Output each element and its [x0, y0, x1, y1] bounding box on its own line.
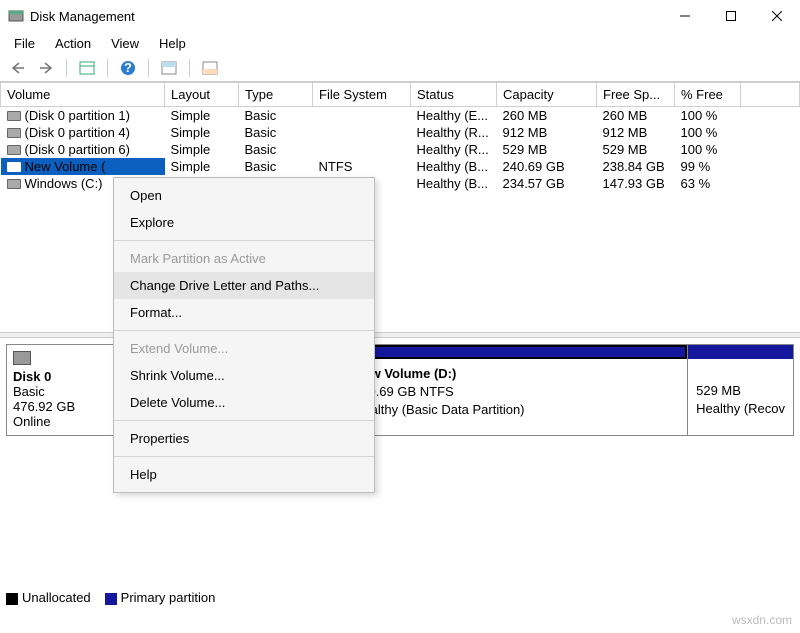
- toolbar-separator: [148, 59, 149, 77]
- table-row-selected[interactable]: New Volume (SimpleBasicNTFSHealthy (B...…: [1, 158, 800, 175]
- ctx-open[interactable]: Open: [114, 182, 374, 209]
- legend: Unallocated Primary partition: [6, 590, 215, 605]
- ctx-extend-volume: Extend Volume...: [114, 335, 374, 362]
- ctx-help[interactable]: Help: [114, 461, 374, 488]
- ctx-shrink-volume[interactable]: Shrink Volume...: [114, 362, 374, 389]
- partition-block-selected[interactable]: New Volume (D:)240.69 GB NTFSHealthy (Ba…: [346, 344, 688, 436]
- context-menu: Open Explore Mark Partition as Active Ch…: [113, 177, 375, 493]
- legend-unallocated: Unallocated: [6, 590, 91, 605]
- menu-view[interactable]: View: [103, 34, 147, 53]
- menu-action[interactable]: Action: [47, 34, 99, 53]
- toolbar: ?: [0, 54, 800, 82]
- app-icon: [8, 8, 24, 24]
- ctx-properties[interactable]: Properties: [114, 425, 374, 452]
- title-bar: Disk Management: [0, 0, 800, 32]
- minimize-button[interactable]: [662, 0, 708, 32]
- volume-icon: [7, 145, 21, 155]
- help-button[interactable]: ?: [116, 57, 140, 79]
- toolbar-separator: [107, 59, 108, 77]
- legend-primary: Primary partition: [105, 590, 216, 605]
- volume-icon: [7, 128, 21, 138]
- col-spare[interactable]: [741, 83, 800, 107]
- toolbar-separator: [189, 59, 190, 77]
- ctx-separator: [114, 330, 374, 331]
- col-layout[interactable]: Layout: [165, 83, 239, 107]
- volume-icon: [7, 162, 21, 172]
- col-capacity[interactable]: Capacity: [497, 83, 597, 107]
- close-button[interactable]: [754, 0, 800, 32]
- partition-block[interactable]: 529 MBHealthy (Recov: [688, 344, 794, 436]
- menu-bar: File Action View Help: [0, 32, 800, 54]
- volume-icon: [7, 179, 21, 189]
- ctx-format[interactable]: Format...: [114, 299, 374, 326]
- disk-name: Disk 0: [13, 369, 51, 384]
- table-row[interactable]: (Disk 0 partition 6)SimpleBasicHealthy (…: [1, 141, 800, 158]
- menu-help[interactable]: Help: [151, 34, 194, 53]
- col-status[interactable]: Status: [411, 83, 497, 107]
- disk-header[interactable]: Disk 0 Basic 476.92 GB Online: [6, 344, 116, 436]
- window-title: Disk Management: [30, 9, 135, 24]
- ctx-separator: [114, 456, 374, 457]
- volume-icon: [7, 111, 21, 121]
- disk-size: 476.92 GB: [13, 399, 75, 414]
- col-fs[interactable]: File System: [313, 83, 411, 107]
- volume-table[interactable]: Volume Layout Type File System Status Ca…: [0, 82, 800, 192]
- table-row[interactable]: (Disk 0 partition 4)SimpleBasicHealthy (…: [1, 124, 800, 141]
- ctx-mark-active: Mark Partition as Active: [114, 245, 374, 272]
- view-top-button[interactable]: [157, 57, 181, 79]
- col-free[interactable]: Free Sp...: [597, 83, 675, 107]
- table-row[interactable]: (Disk 0 partition 1)SimpleBasicHealthy (…: [1, 107, 800, 125]
- ctx-delete-volume[interactable]: Delete Volume...: [114, 389, 374, 416]
- disk-type: Basic: [13, 384, 45, 399]
- toolbar-separator: [66, 59, 67, 77]
- show-hide-button[interactable]: [75, 57, 99, 79]
- view-bottom-button[interactable]: [198, 57, 222, 79]
- svg-text:?: ?: [124, 60, 132, 75]
- maximize-button[interactable]: [708, 0, 754, 32]
- disk-state: Online: [13, 414, 51, 429]
- col-type[interactable]: Type: [239, 83, 313, 107]
- ctx-explore[interactable]: Explore: [114, 209, 374, 236]
- ctx-separator: [114, 240, 374, 241]
- col-pct[interactable]: % Free: [675, 83, 741, 107]
- ctx-separator: [114, 420, 374, 421]
- watermark: wsxdn.com: [732, 613, 792, 627]
- table-header-row: Volume Layout Type File System Status Ca…: [1, 83, 800, 107]
- forward-button[interactable]: [34, 57, 58, 79]
- menu-file[interactable]: File: [6, 34, 43, 53]
- disk-icon: [13, 351, 31, 365]
- ctx-change-drive-letter[interactable]: Change Drive Letter and Paths...: [114, 272, 374, 299]
- back-button[interactable]: [6, 57, 30, 79]
- col-volume[interactable]: Volume: [1, 83, 165, 107]
